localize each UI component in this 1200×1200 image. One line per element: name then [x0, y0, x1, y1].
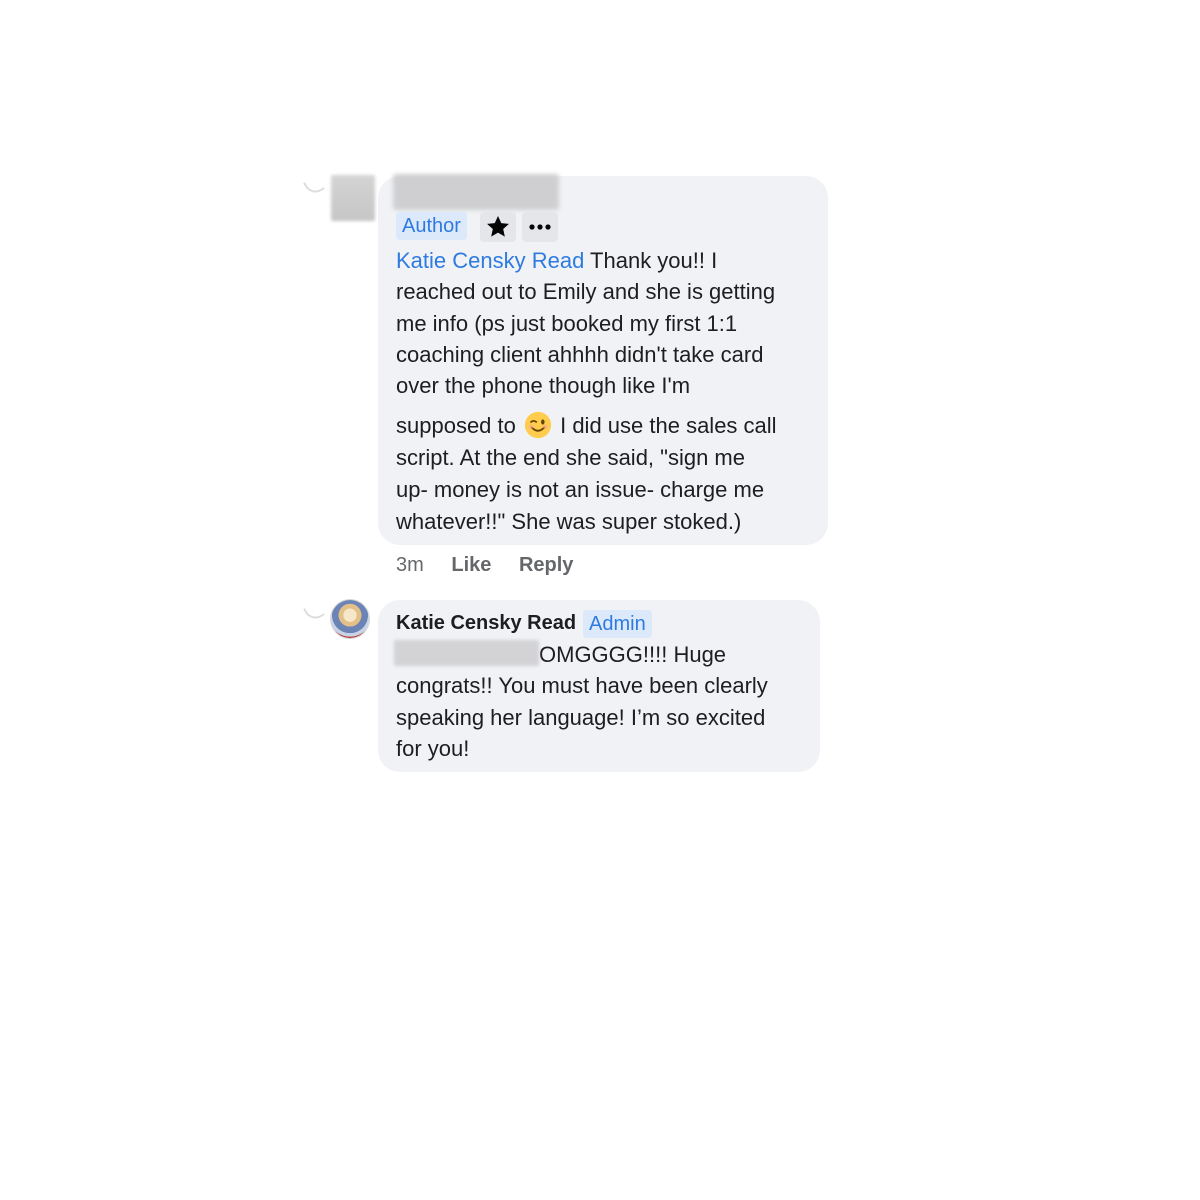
comment-line: congrats!! You must have been clearly — [396, 673, 768, 699]
avatar[interactable] — [331, 600, 369, 638]
comment-line: me info (ps just booked my first 1:1 — [396, 310, 738, 336]
comment-actions: 3m Like Reply — [396, 550, 595, 580]
like-button[interactable]: Like — [451, 554, 491, 576]
thread-connector — [303, 175, 325, 197]
comment-line: reached out to Emily and she is getting — [396, 279, 776, 305]
star-icon[interactable] — [480, 212, 516, 242]
commenter-name-redacted — [393, 174, 559, 210]
reply-button[interactable]: Reply — [519, 554, 573, 576]
more-options-icon[interactable] — [522, 212, 558, 242]
winking-face-emoji — [524, 411, 552, 439]
comment-line: over the phone though like I'm — [396, 373, 691, 399]
comment-line: Katie Censky Read Thank you!! I — [396, 248, 718, 273]
comment-line: script. At the end she said, "sign me — [396, 445, 745, 470]
comment-line: up- money is not an issue- charge me — [396, 477, 765, 502]
comment-timestamp[interactable]: 3m — [396, 554, 424, 576]
comment-line: whatever!!" She was super stoked.) — [396, 509, 742, 534]
mention-link[interactable]: Katie Censky Read — [396, 248, 584, 273]
avatar[interactable] — [331, 175, 375, 221]
comment-text: supposed to I did use the sales call scr… — [396, 410, 777, 538]
comment-line: supposed to I did use the sales call — [396, 411, 777, 439]
thread-connector — [303, 601, 325, 623]
comment-line: speaking her language! I’m so excited — [396, 704, 766, 730]
author-badge: Author — [396, 212, 467, 240]
comment-line: coaching client ahhhh didn't take card — [396, 341, 764, 367]
mention-redacted — [394, 640, 539, 666]
comment-line: OMGGGG!!!! Huge — [394, 639, 768, 670]
commenter-name[interactable]: Katie Censky Read — [396, 608, 576, 638]
admin-badge: Admin — [583, 610, 652, 638]
comment-line: for you! — [396, 735, 470, 761]
comment-text: OMGGGG!!!! Huge congrats!! You must have… — [394, 639, 768, 764]
comment-text: Katie Censky Read Thank you!! I reached … — [396, 245, 775, 401]
